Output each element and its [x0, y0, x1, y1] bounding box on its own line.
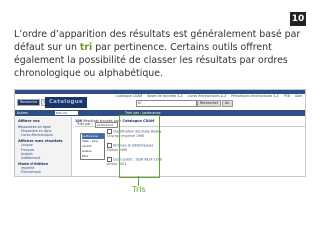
- caption-keyword: tri: [79, 42, 93, 53]
- refine-sidebar: Affiner vos Ressources en ligne Disponib…: [15, 117, 72, 176]
- top-link[interactable]: Catalogue CDAM: [116, 94, 143, 98]
- search-button[interactable]: Rechercher: [197, 100, 222, 107]
- top-links: Catalogue CDAM Bases de données A-Z Livr…: [116, 94, 302, 98]
- top-link[interactable]: Bases de données A-Z: [147, 94, 183, 98]
- top-link[interactable]: Livres électroniques A-Z: [188, 94, 226, 98]
- top-link[interactable]: PEB: [284, 94, 290, 98]
- results-bar: Autres Mot-clé Trier par : pertinence: [15, 110, 305, 116]
- sidebar-item[interactable]: Électronique: [15, 170, 71, 174]
- advanced-button[interactable]: Av.: [222, 100, 233, 107]
- top-link[interactable]: Aide: [295, 94, 302, 98]
- catalog-logo: Catalogue: [45, 97, 87, 108]
- sort-options-dropdown: pertinence date - plus récent auteur tit…: [80, 133, 105, 160]
- sort-select[interactable]: pertinence: [95, 121, 118, 128]
- search-input[interactable]: tri: [136, 100, 197, 107]
- callout-label: Tris: [132, 185, 146, 194]
- search-type-select[interactable]: Mot-clé: [55, 110, 78, 115]
- sort-label: Trier par :: [77, 122, 93, 126]
- catalog-screenshot: Catalogue CDAM Bases de données A-Z Livr…: [14, 89, 306, 177]
- results-bar-label: Autres: [17, 111, 28, 115]
- sort-option[interactable]: titre: [82, 154, 104, 159]
- top-link[interactable]: Périodiques électroniques A-Z: [231, 94, 279, 98]
- tab-recherche[interactable]: Recherche: [17, 99, 41, 106]
- sort-option[interactable]: date - plus récent: [82, 139, 104, 149]
- sort-highlight-box: [119, 115, 160, 178]
- caption-text: L’ordre d’apparition des résultats est g…: [14, 28, 304, 80]
- slide-number: 10: [290, 12, 306, 26]
